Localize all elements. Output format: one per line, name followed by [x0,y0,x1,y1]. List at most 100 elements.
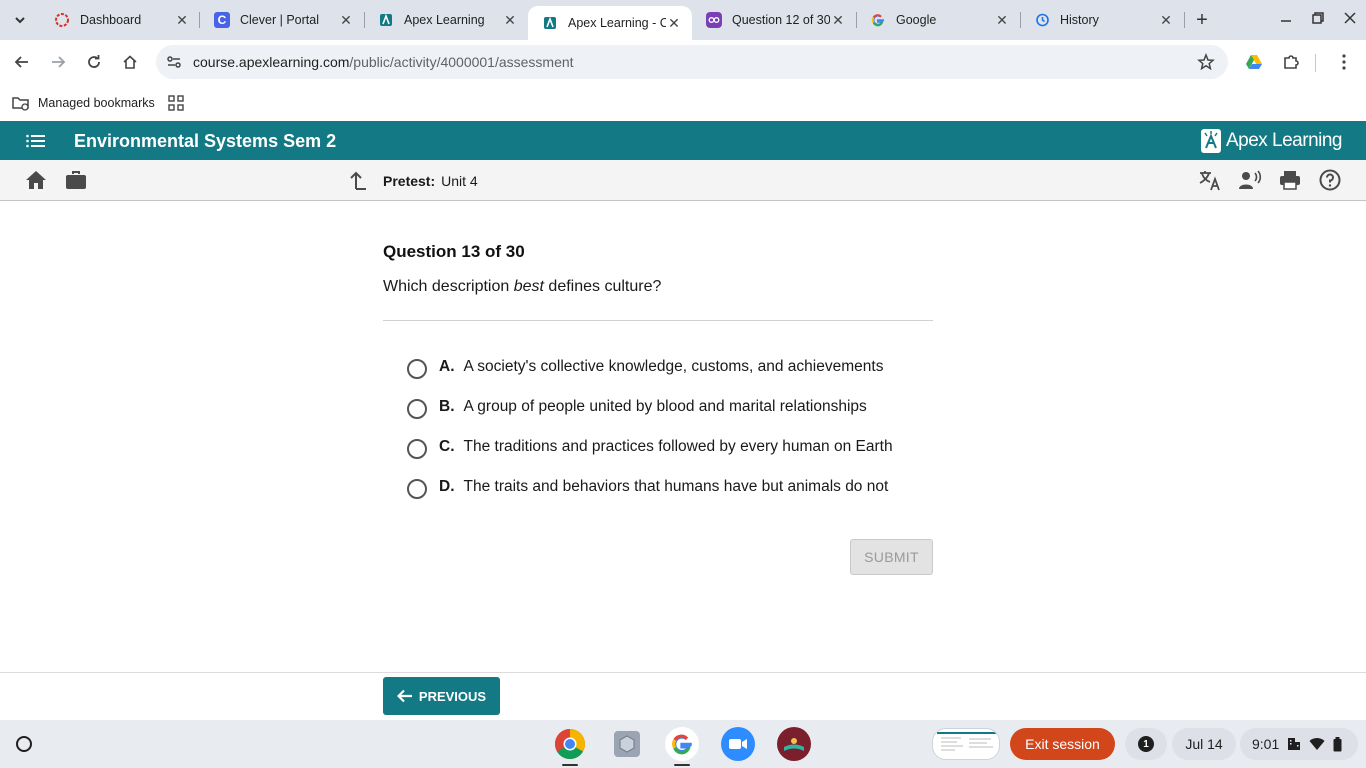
apps-grid-icon [168,95,184,111]
home-button[interactable] [116,48,144,76]
menu-button[interactable] [1330,48,1358,76]
briefcase-button[interactable] [64,168,88,192]
tab-search-button[interactable] [8,8,32,32]
translate-button[interactable] [1198,168,1222,192]
running-indicator [562,764,578,766]
answer-text: The traits and behaviors that humans hav… [463,478,889,495]
submit-button[interactable]: SUBMIT [850,539,933,575]
address-bar[interactable]: course.apexlearning.com/public/activity/… [156,45,1228,79]
restore-icon [1312,12,1324,24]
window-thumbnail[interactable] [932,728,1000,760]
home-icon [123,55,137,69]
answer-option-d[interactable]: D. The traits and behaviors that humans … [383,467,933,507]
back-arrow-icon [14,56,28,68]
answer-option-c[interactable]: C. The traditions and practices followed… [383,427,933,467]
close-icon [1344,12,1356,24]
course-title: Environmental Systems Sem 2 [74,131,337,151]
close-icon[interactable]: ✕ [994,12,1010,28]
question-text: Which description best defines culture? [383,278,933,296]
tab-clever-portal[interactable]: C Clever | Portal ✕ [200,6,364,34]
tab-apex-learning[interactable]: Apex Learning ✕ [364,6,528,34]
tab-separator [1184,12,1185,28]
files-app[interactable] [610,727,644,761]
tab-google[interactable]: Google ✕ [856,6,1020,34]
print-button[interactable] [1278,168,1302,192]
answer-option-b[interactable]: B. A group of people united by blood and… [383,387,933,427]
apps-shortcut[interactable] [168,91,184,115]
printer-icon [1280,171,1300,190]
extensions-button[interactable] [1277,48,1305,76]
divider [383,320,933,321]
activity-footer: PREVIOUS [0,672,1366,720]
answer-letter: A. [439,358,455,375]
back-button[interactable] [8,48,36,76]
tab-title: History [1060,13,1099,27]
help-button[interactable] [1318,168,1342,192]
toolbar-divider [1315,54,1316,72]
clock-time: 9:01 [1252,736,1280,752]
exit-session-button[interactable]: Exit session [1010,728,1115,760]
up-level-button[interactable] [346,168,370,192]
more-vert-icon [1342,54,1346,70]
bookmark-star-icon[interactable] [1196,52,1216,72]
video-camera-icon [729,739,747,749]
close-icon[interactable]: ✕ [666,15,682,31]
answer-letter: D. [439,478,455,495]
launcher-button[interactable] [12,732,36,756]
apex-hand-icon [1200,129,1221,153]
reload-button[interactable] [80,48,108,76]
previous-button[interactable]: PREVIOUS [383,677,500,715]
activity-title: Pretest: Unit 4 [383,173,478,189]
google-app[interactable] [665,727,699,766]
reading-app[interactable] [777,727,811,761]
url-text[interactable]: course.apexlearning.com/public/activity/… [193,54,574,70]
activity-type: Pretest: [383,173,436,189]
help-circle-icon [1319,169,1341,191]
activity-name: Unit 4 [441,173,478,189]
tab-title: Clever | Portal [240,13,319,27]
plus-icon: + [1196,8,1208,31]
running-indicator [674,764,690,766]
chrome-app[interactable] [553,727,587,766]
course-home-button[interactable] [24,168,48,192]
radio-button[interactable] [407,479,427,499]
tab-question-12[interactable]: Question 12 of 30 ✕ [692,6,856,34]
url-host: course.apexlearning.com [193,54,350,70]
radio-button[interactable] [407,359,427,379]
answer-list: A. A society's collective knowledge, cus… [383,347,933,507]
managed-bookmarks-label: Managed bookmarks [38,96,155,110]
close-icon[interactable]: ✕ [1158,12,1174,28]
owl-icon [706,12,722,28]
book-icon [784,738,804,751]
answer-letter: B. [439,398,455,415]
translate-icon [1199,171,1220,191]
radio-button[interactable] [407,399,427,419]
zoom-app[interactable] [721,727,755,761]
answer-option-a[interactable]: A. A society's collective knowledge, cus… [383,347,933,387]
close-window-button[interactable] [1330,0,1366,36]
red-ring-icon [54,12,70,28]
tab-title: Apex Learning - C [568,16,666,30]
close-icon[interactable]: ✕ [338,12,354,28]
site-info-icon[interactable] [164,52,184,72]
radio-button[interactable] [407,439,427,459]
browser-toolbar: course.apexlearning.com/public/activity/… [0,40,1366,85]
forward-arrow-icon [52,56,66,68]
close-icon[interactable]: ✕ [830,12,846,28]
notification-pill[interactable]: 1 [1125,728,1167,760]
course-menu-button[interactable] [24,129,48,153]
date-tray[interactable]: Jul 14 [1172,728,1236,760]
close-icon[interactable]: ✕ [174,12,190,28]
close-icon[interactable]: ✕ [502,12,518,28]
managed-bookmarks-folder[interactable]: Managed bookmarks [12,91,155,115]
forward-button[interactable] [44,48,72,76]
google-drive-extension[interactable] [1240,48,1268,76]
answer-text: A group of people united by blood and ma… [463,398,867,415]
tab-history[interactable]: History ✕ [1020,6,1184,34]
read-aloud-button[interactable] [1238,168,1262,192]
new-tab-button[interactable]: + [1190,8,1214,32]
tab-apex-learning-active[interactable]: Apex Learning - C ✕ [528,6,692,40]
apex-learning-logo: Apex Learning [1200,127,1343,155]
tab-dashboard[interactable]: Dashboard ✕ [40,6,200,34]
status-tray[interactable]: 9:01 [1240,728,1358,760]
